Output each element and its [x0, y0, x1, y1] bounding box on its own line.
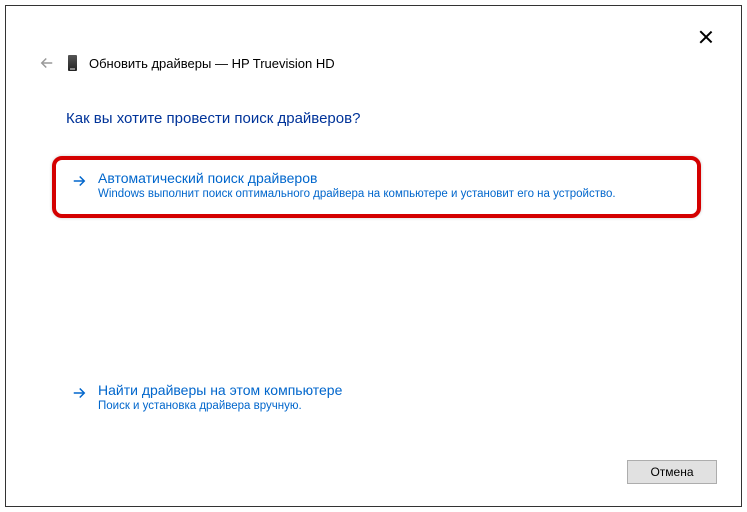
option-auto-search[interactable]: Автоматический поиск драйверов Windows в…: [66, 164, 687, 206]
dialog-window: Обновить драйверы — HP Truevision HD Как…: [5, 5, 742, 507]
option-manual-title: Найти драйверы на этом компьютере: [98, 382, 342, 398]
dialog-title: Обновить драйверы — HP Truevision HD: [89, 56, 335, 71]
option-auto-title: Автоматический поиск драйверов: [98, 170, 616, 186]
option-manual-desc: Поиск и установка драйвера вручную.: [98, 400, 342, 412]
question-heading: Как вы хотите провести поиск драйверов?: [66, 110, 360, 127]
option-manual-search[interactable]: Найти драйверы на этом компьютере Поиск …: [66, 376, 687, 418]
arrow-right-icon: [70, 172, 88, 190]
device-icon: [68, 55, 77, 71]
cancel-button[interactable]: Отмена: [627, 460, 717, 484]
dialog-header: Обновить драйверы — HP Truevision HD: [38, 54, 335, 72]
back-arrow-icon[interactable]: [38, 54, 56, 72]
option-auto-desc: Windows выполнит поиск оптимального драй…: [98, 188, 616, 200]
arrow-right-icon: [70, 384, 88, 402]
close-icon[interactable]: [699, 30, 713, 44]
